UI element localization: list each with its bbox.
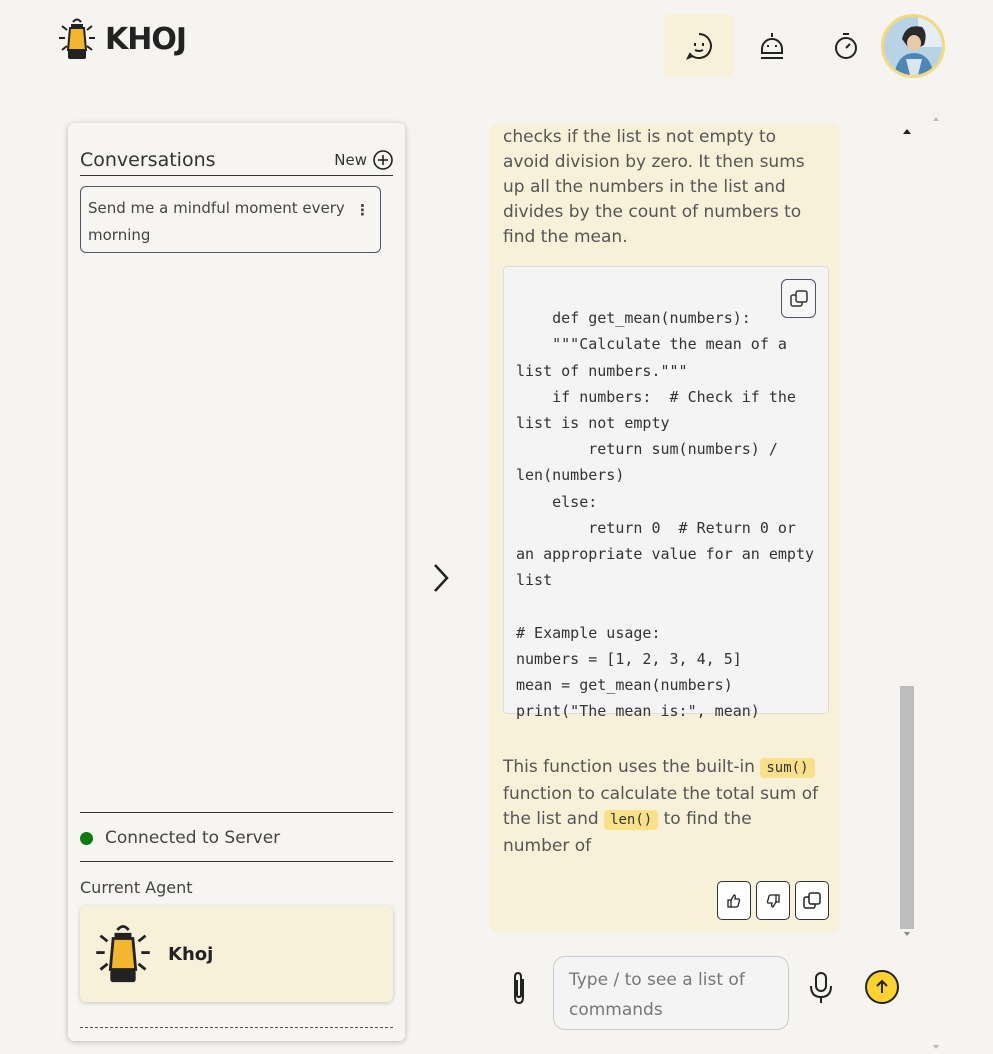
divider xyxy=(80,812,393,813)
automation-icon xyxy=(835,32,857,59)
conversations-sidebar: Conversations New Send me a mindful mome… xyxy=(68,123,405,1041)
connection-status: Connected to Server xyxy=(80,828,280,848)
message-text: checks if the list is not empty to avoid… xyxy=(503,127,805,247)
agents-nav-button[interactable] xyxy=(737,14,807,77)
khoj-logo[interactable]: KHOJ xyxy=(55,16,187,62)
copy-icon xyxy=(789,289,808,307)
copy-code-button[interactable] xyxy=(781,279,816,318)
page-scrollbar[interactable] xyxy=(929,108,943,1054)
copy-icon xyxy=(803,891,821,909)
microphone-icon[interactable] xyxy=(808,970,834,1006)
current-agent-label: Current Agent xyxy=(80,878,193,897)
conversations-title: Conversations xyxy=(80,149,216,171)
lantern-icon xyxy=(59,18,95,59)
text-span: This function uses the built-in xyxy=(503,757,761,777)
thumbs-down-button[interactable] xyxy=(756,881,790,920)
divider xyxy=(80,861,393,862)
send-button[interactable] xyxy=(865,970,899,1004)
agent-name: Khoj xyxy=(168,943,214,965)
code-content: def get_mean(numbers): """Calculate the … xyxy=(516,309,815,721)
divider xyxy=(80,1027,393,1028)
automations-nav-button[interactable] xyxy=(811,14,881,77)
chat-nav-button[interactable] xyxy=(664,14,734,77)
conversations-header: Conversations New xyxy=(80,145,393,176)
copy-message-button[interactable] xyxy=(795,881,829,920)
code-block: def get_mean(numbers): """Calculate the … xyxy=(503,266,829,720)
chat-input[interactable]: Type / to see a list of commands xyxy=(553,956,789,1030)
logo-text: KHOJ xyxy=(105,21,187,57)
message-text: This function uses the built-in sum() fu… xyxy=(503,755,821,859)
agent-icon xyxy=(761,32,783,59)
conversation-title: Send me a mindful moment every morning xyxy=(88,199,345,244)
arrow-up-icon xyxy=(876,979,888,993)
thumbs-up-icon xyxy=(727,893,741,908)
thumbs-up-button[interactable] xyxy=(717,881,751,920)
more-options-icon[interactable]: ⋮ xyxy=(355,197,370,224)
paperclip-icon[interactable] xyxy=(508,970,530,1006)
conversation-item[interactable]: Send me a mindful moment every morning ⋮ xyxy=(80,186,381,253)
thumbs-down-icon xyxy=(766,893,780,908)
inline-code: len() xyxy=(604,810,659,830)
chevron-right-icon[interactable] xyxy=(430,562,452,594)
inline-code: sum() xyxy=(760,758,815,778)
current-agent-card[interactable]: Khoj xyxy=(80,906,393,1002)
chat-input-placeholder: Type / to see a list of commands xyxy=(569,970,745,1020)
chat-icon xyxy=(685,32,712,60)
connection-status-text: Connected to Server xyxy=(105,828,281,848)
chat-scrollbar-thumb[interactable] xyxy=(900,686,914,929)
new-conversation-button[interactable]: New xyxy=(334,150,393,170)
status-dot xyxy=(80,831,93,845)
new-conversation-label: New xyxy=(334,151,367,169)
plus-circle-icon xyxy=(373,150,393,170)
chat-message: checks if the list is not empty to avoid… xyxy=(490,123,840,933)
lantern-icon xyxy=(96,925,150,983)
user-avatar[interactable] xyxy=(881,14,945,78)
